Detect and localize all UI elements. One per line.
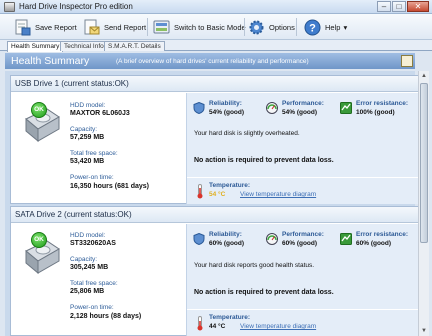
options-label: Options xyxy=(269,22,295,32)
error-resistance-icon xyxy=(340,102,352,114)
save-report-button[interactable]: Save Report xyxy=(14,17,77,37)
send-report-button[interactable]: Send Report xyxy=(83,17,146,37)
title-bar: Hard Drive Inspector Pro edition – □ ✕ xyxy=(0,0,432,14)
switch-mode-label: Switch to Basic Mode xyxy=(174,22,246,32)
error-resistance-value: 100% (good) xyxy=(356,109,395,116)
power-on-value: 2,128 hours (88 days) xyxy=(70,313,142,320)
status-panel: Reliability: 60% (good) Performance: 60%… xyxy=(186,224,422,336)
capacity-value: 305,245 MB xyxy=(70,264,109,271)
tab-health-summary[interactable]: Health Summary xyxy=(7,41,64,52)
free-space-label: Total free space: xyxy=(70,280,118,287)
capacity-label: Capacity: xyxy=(70,256,98,263)
health-message: Your hard disk reports good health statu… xyxy=(194,262,315,269)
scroll-down-icon[interactable]: ▼ xyxy=(420,327,428,335)
status-badge: OK xyxy=(31,102,47,118)
capacity-label: Capacity: xyxy=(70,126,98,133)
performance-label: Performance: xyxy=(282,100,324,107)
capacity-value: 57,259 MB xyxy=(70,134,105,141)
toolbar-separator xyxy=(147,18,148,36)
error-resistance-label: Error resistance: xyxy=(356,231,409,238)
drive-card: SATA Drive 2 (current status:OK) OK HDD … xyxy=(10,206,422,336)
maximize-button[interactable]: □ xyxy=(392,1,406,12)
model-label: HDD model: xyxy=(70,232,106,239)
svg-text:?: ? xyxy=(309,22,316,34)
health-message: Your hard disk is slightly overheated. xyxy=(194,130,300,137)
temperature-diagram-link[interactable]: View temperature diagram xyxy=(240,323,316,330)
help-label: Help xyxy=(325,22,341,32)
model-value: ST3320620AS xyxy=(70,240,116,247)
page-subtitle: (A brief overview of hard drives' curren… xyxy=(116,58,309,65)
panel-divider xyxy=(187,309,422,310)
reliability-value: 54% (good) xyxy=(209,109,245,116)
action-message: No action is required to prevent data lo… xyxy=(194,289,334,296)
banner-help-icon[interactable] xyxy=(401,55,413,67)
reliability-value: 60% (good) xyxy=(209,240,245,247)
status-panel: Reliability: 54% (good) Performance: 54%… xyxy=(186,93,422,204)
send-report-label: Send Report xyxy=(104,22,147,32)
temperature-label: Temperature: xyxy=(209,314,251,321)
free-space-value: 53,420 MB xyxy=(70,158,105,165)
options-button[interactable]: Options xyxy=(248,17,295,37)
scrollbar-thumb[interactable] xyxy=(420,83,428,243)
reliability-label: Reliability: xyxy=(209,231,242,238)
status-badge: OK xyxy=(31,232,47,248)
window-title: Hard Drive Inspector Pro edition xyxy=(19,2,133,11)
drive-header: SATA Drive 2 (current status:OK) xyxy=(11,207,419,223)
switch-mode-button[interactable]: Switch to Basic Mode xyxy=(153,17,246,37)
send-report-icon xyxy=(84,19,100,34)
performance-value: 60% (good) xyxy=(282,240,318,247)
chevron-down-icon: ▾ xyxy=(343,22,348,32)
help-button[interactable]: ? Help ▾ xyxy=(304,17,347,37)
temperature-diagram-link[interactable]: View temperature diagram xyxy=(240,191,316,198)
performance-value: 54% (good) xyxy=(282,109,318,116)
thermometer-icon xyxy=(197,184,203,199)
drive-header: USB Drive 1 (current status:OK) xyxy=(11,76,419,92)
close-button[interactable]: ✕ xyxy=(407,1,429,12)
app-icon xyxy=(4,2,15,12)
save-report-label: Save Report xyxy=(35,22,77,32)
power-on-value: 16,350 hours (681 days) xyxy=(70,183,149,190)
vertical-scrollbar[interactable]: ▲ ▼ xyxy=(418,71,429,336)
switch-mode-icon xyxy=(153,20,170,33)
minimize-button[interactable]: – xyxy=(377,1,391,12)
shield-icon xyxy=(193,102,205,114)
drive-card: USB Drive 1 (current status:OK) OK HDD m… xyxy=(10,75,422,204)
help-icon: ? xyxy=(304,19,321,35)
tab-smart-details[interactable]: S.M.A.R.T. Details xyxy=(104,41,165,51)
page-title: Health Summary xyxy=(11,55,90,67)
model-label: HDD model: xyxy=(70,102,106,109)
power-on-label: Power-on time: xyxy=(70,174,114,181)
gear-icon xyxy=(249,20,264,34)
speedometer-icon xyxy=(266,233,278,245)
performance-label: Performance: xyxy=(282,231,324,238)
error-resistance-label: Error resistance: xyxy=(356,100,409,107)
temperature-value: 44 °C xyxy=(209,323,226,330)
toolbar-separator xyxy=(296,18,297,36)
window-controls: – □ ✕ xyxy=(376,1,429,12)
free-space-value: 25,806 MB xyxy=(70,288,105,295)
temperature-label: Temperature: xyxy=(209,182,251,189)
shield-icon xyxy=(193,233,205,245)
drive-list: USB Drive 1 (current status:OK) OK HDD m… xyxy=(5,71,422,336)
error-resistance-value: 60% (good) xyxy=(356,240,392,247)
toolbar: Save Report Send Report Switch to Basic … xyxy=(0,14,432,40)
error-resistance-icon xyxy=(340,233,352,245)
free-space-label: Total free space: xyxy=(70,150,118,157)
toolbar-separator xyxy=(244,18,245,36)
tab-technical-info[interactable]: Technical Info xyxy=(60,41,108,51)
model-value: MAXTOR 6L060J3 xyxy=(70,110,130,117)
panel-divider xyxy=(187,177,422,178)
temperature-value: 54 °C xyxy=(209,191,226,198)
reliability-label: Reliability: xyxy=(209,100,242,107)
tab-strip: Health Summary Technical Info S.M.A.R.T.… xyxy=(0,40,432,52)
section-banner: Health Summary (A brief overview of hard… xyxy=(5,53,415,69)
save-report-icon xyxy=(15,19,31,35)
scroll-up-icon[interactable]: ▲ xyxy=(420,72,428,80)
thermometer-icon xyxy=(197,316,203,331)
speedometer-icon xyxy=(266,102,278,114)
power-on-label: Power-on time: xyxy=(70,304,114,311)
action-message: No action is required to prevent data lo… xyxy=(194,157,334,164)
